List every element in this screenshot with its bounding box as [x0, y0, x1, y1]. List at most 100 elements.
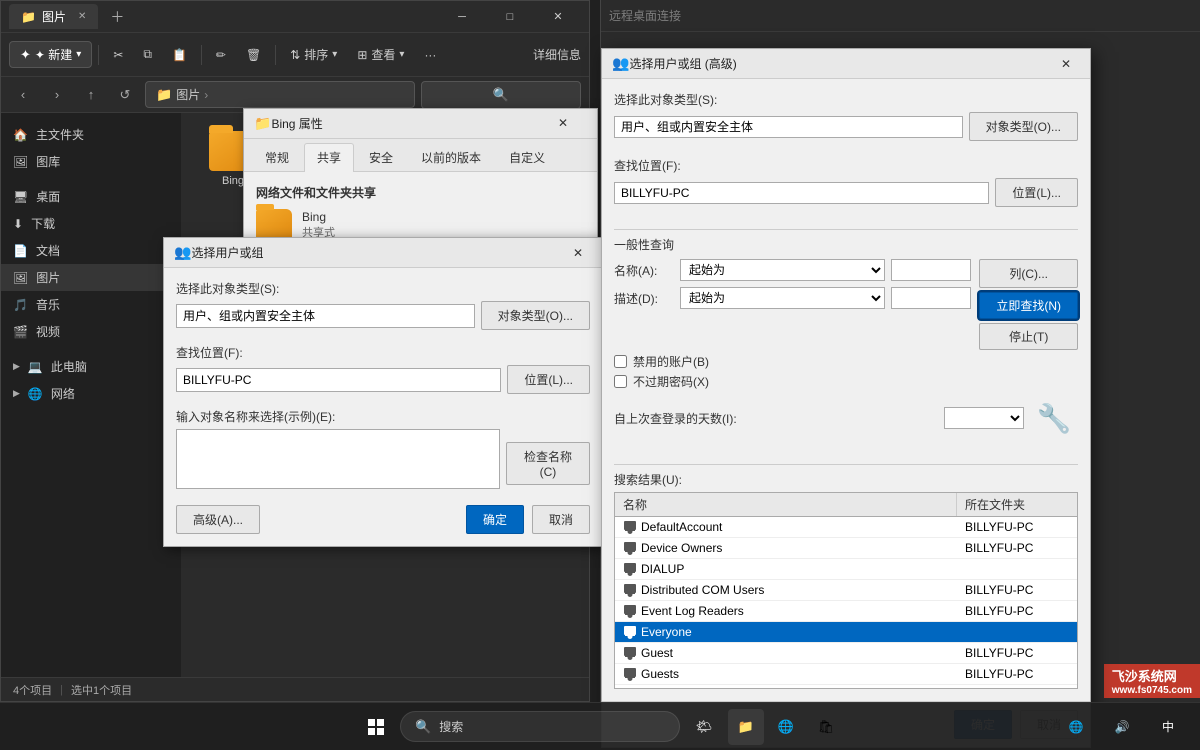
adv-desc-filter[interactable]: 起始为 — [680, 287, 885, 309]
days-label: 自上次查登录的天数(I): — [614, 410, 938, 427]
view-btn[interactable]: ⊞ 查看 ▾ — [349, 42, 412, 67]
col-name-header[interactable]: 名称 — [615, 493, 957, 516]
table-row[interactable]: Device Owners BILLYFU-PC — [615, 538, 1077, 559]
cut-btn[interactable]: ✂ — [105, 44, 131, 66]
explorer-tab[interactable]: 📁 图片 ✕ — [9, 4, 98, 29]
adv-name-filter[interactable]: 起始为 — [680, 259, 885, 281]
taskbar-search[interactable]: 🔍 搜索 — [400, 711, 680, 742]
adv-select-type-input[interactable] — [614, 116, 963, 138]
location-btn-small[interactable]: 位置(L)... — [507, 365, 590, 394]
object-input[interactable] — [176, 429, 500, 489]
select-type-input[interactable] — [176, 304, 475, 328]
col-location-header[interactable]: 所在文件夹 — [957, 493, 1077, 516]
new-tab-btn[interactable]: ＋ — [110, 7, 124, 27]
table-row[interactable]: Guests BILLYFU-PC — [615, 664, 1077, 685]
table-row[interactable]: DIALUP — [615, 559, 1077, 580]
tab-close-btn[interactable]: ✕ — [78, 11, 86, 22]
result-cell-location: BILLYFU-PC — [957, 685, 1077, 689]
taskbar-time-btn[interactable]: 中 — [1148, 707, 1188, 747]
sidebar-item-downloads[interactable]: ⬇ 下载 — [1, 210, 181, 237]
close-btn[interactable]: ✕ — [535, 1, 581, 33]
sidebar-item-videos[interactable]: 🎬 视频 — [1, 318, 181, 345]
sidebar-downloads-label: 下载 — [31, 215, 55, 232]
sidebar-item-pictures[interactable]: 🖼 图片 — [1, 264, 181, 291]
tab-custom[interactable]: 自定义 — [496, 143, 558, 171]
taskbar-explorer-btn[interactable]: 📁 — [728, 709, 764, 745]
taskbar-store-btn[interactable]: 🛍 — [808, 709, 844, 745]
sidebar-item-thispc[interactable]: ▶ 💻 此电脑 — [1, 353, 181, 380]
sidebar-item-gallery[interactable]: 🖼 图库 — [1, 148, 181, 175]
up-btn[interactable]: ↑ — [77, 81, 105, 109]
search-btn[interactable]: 🔍 — [421, 81, 581, 109]
no-expire-checkbox[interactable] — [614, 375, 627, 388]
search-results-area: 搜索结果(U): 名称 所在文件夹 DefaultAccount BILLYFU… — [614, 471, 1078, 689]
sidebar-item-network[interactable]: ▶ 🌐 网络 — [1, 380, 181, 407]
address-box[interactable]: 📁 图片 › — [145, 81, 415, 108]
location-input-small[interactable] — [176, 368, 501, 392]
adv-dialog-close[interactable]: ✕ — [1052, 50, 1080, 78]
bing-props-close[interactable]: ✕ — [549, 109, 577, 137]
rename-btn[interactable]: ✏ — [208, 44, 234, 66]
taskbar-edge-btn[interactable]: 🌐 — [768, 709, 804, 745]
stop-btn[interactable]: 停止(T) — [979, 323, 1078, 350]
bg-titlebar: 远程桌面连接 — [601, 0, 1200, 32]
adv-query-fields: 名称(A): 起始为 描述(D): 起始为 — [614, 259, 971, 315]
tab-general[interactable]: 常规 — [252, 143, 302, 171]
back-icon: ‹ — [21, 87, 25, 102]
start-btn[interactable] — [356, 707, 396, 747]
sidebar-home-label: 主文件夹 — [36, 126, 84, 143]
adv-select-type-btn[interactable]: 对象类型(O)... — [969, 112, 1078, 141]
forward-btn[interactable]: › — [43, 81, 71, 109]
store-taskbar-icon: 🛍 — [818, 719, 835, 735]
edge-taskbar-icon: 🌐 — [778, 719, 794, 735]
taskbar-volume-btn[interactable]: 🔊 — [1102, 707, 1142, 747]
select-user-small-dialog: 👥 选择用户或组 ✕ 选择此对象类型(S): 对象类型(O)... 查找位置(F… — [163, 237, 603, 547]
taskbar-widget-btn[interactable]: 🌤 — [684, 707, 724, 747]
refresh-btn[interactable]: ↺ — [111, 81, 139, 109]
disabled-accounts-checkbox[interactable] — [614, 355, 627, 368]
sidebar-item-documents[interactable]: 📄 文档 — [1, 237, 181, 264]
downloads-icon: ⬇ — [13, 217, 23, 231]
minimize-btn[interactable]: ─ — [439, 1, 485, 33]
more-btn[interactable]: ··· — [416, 44, 444, 66]
delete-btn[interactable]: 🗑 — [238, 44, 269, 66]
results-table[interactable]: 名称 所在文件夹 DefaultAccount BILLYFU-PC — [614, 492, 1078, 689]
adv-location-input[interactable] — [614, 182, 989, 204]
table-row[interactable]: Guest BILLYFU-PC — [615, 643, 1077, 664]
back-btn[interactable]: ‹ — [9, 81, 37, 109]
tab-previous[interactable]: 以前的版本 — [408, 143, 494, 171]
table-row[interactable]: Distributed COM Users BILLYFU-PC — [615, 580, 1077, 601]
sidebar-item-desktop[interactable]: 🖥 桌面 — [1, 183, 181, 210]
table-row[interactable]: Hyper-V Administrators BILLYFU-PC — [615, 685, 1077, 689]
adv-location-btn[interactable]: 位置(L)... — [995, 178, 1078, 207]
sort-btn[interactable]: ⇅ 排序 ▾ — [282, 42, 345, 67]
taskbar-network-btn[interactable]: 🌐 — [1056, 707, 1096, 747]
adv-desc-input[interactable] — [891, 287, 971, 309]
input-label-small: 输入对象名称来选择(示例)(E): — [176, 408, 590, 425]
adv-general-query-section: 一般性查询 名称(A): 起始为 描述(D): 起始为 — [614, 236, 1078, 448]
maximize-btn[interactable]: □ — [487, 1, 533, 33]
select-type-btn[interactable]: 对象类型(O)... — [481, 301, 590, 330]
select-user-small-close[interactable]: ✕ — [564, 239, 592, 267]
days-select[interactable] — [944, 407, 1024, 429]
new-button[interactable]: ✦ ✦ 新建 ▾ — [9, 41, 92, 68]
col-btn[interactable]: 列(C)... — [979, 259, 1078, 288]
sidebar-item-music[interactable]: 🎵 音乐 — [1, 291, 181, 318]
paste-btn[interactable]: 📋 — [164, 44, 195, 66]
table-row[interactable]: Everyone — [615, 622, 1077, 643]
find-now-btn[interactable]: 立即查找(N) — [979, 292, 1078, 319]
sidebar-item-home[interactable]: 🏠 主文件夹 — [1, 121, 181, 148]
advanced-btn[interactable]: 高级(A)... — [176, 505, 260, 534]
adv-location-label: 查找位置(F): — [614, 157, 1078, 174]
copy-btn[interactable]: ⧉ — [135, 43, 160, 66]
adv-name-input[interactable] — [891, 259, 971, 281]
cancel-btn-small[interactable]: 取消 — [532, 505, 590, 534]
table-row[interactable]: Event Log Readers BILLYFU-PC — [615, 601, 1077, 622]
table-row[interactable]: DefaultAccount BILLYFU-PC — [615, 517, 1077, 538]
adv-desc-label: 描述(D): — [614, 290, 674, 307]
tab-security[interactable]: 安全 — [356, 143, 406, 171]
check-names-btn[interactable]: 检查名称(C) — [506, 442, 590, 485]
ok-btn-small[interactable]: 确定 — [466, 505, 524, 534]
music-icon: 🎵 — [13, 298, 28, 312]
tab-share[interactable]: 共享 — [304, 143, 354, 172]
